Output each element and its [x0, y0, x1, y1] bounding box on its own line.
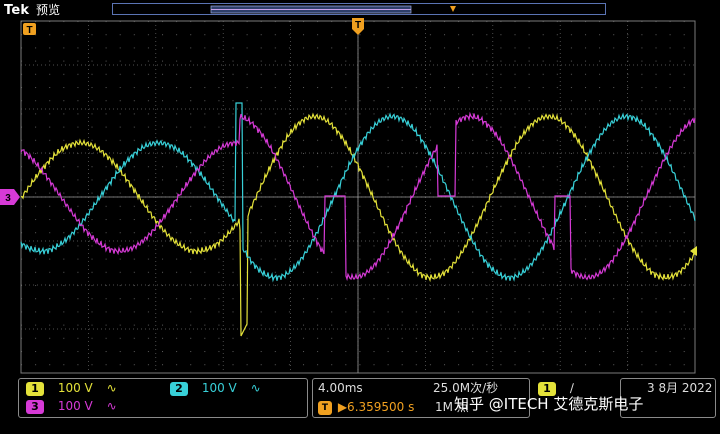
brand-name: Tek — [4, 3, 30, 18]
ch1-settings[interactable]: 1 100 V ∿ — [26, 380, 117, 397]
record-trigger-marker-icon — [450, 6, 456, 12]
horizontal-scale: 4.00ms — [318, 381, 363, 395]
top-bar: Tek 预览 — [0, 0, 720, 18]
brand-logo: Tek 预览 — [4, 1, 60, 18]
ch1-bandwidth-icon: ∿ — [106, 381, 117, 395]
waveform-display[interactable]: T T 3 — [0, 18, 720, 374]
ch2-scale: 100 V — [201, 381, 237, 395]
trigger-offset: T ▶6.359500 s — [318, 399, 414, 416]
date-text: 3 8月 2022 — [647, 381, 713, 395]
record-view-window — [210, 5, 456, 14]
ch3-badge[interactable]: 3 — [26, 399, 44, 414]
watermark-text: 知乎 @ITECH 艾德克斯电子 — [454, 395, 644, 413]
ch3-bandwidth-icon: ∿ — [106, 399, 117, 413]
ch3-scale: 100 V — [57, 399, 93, 413]
ch1-badge[interactable]: 1 — [26, 381, 44, 396]
record-view-bar[interactable] — [112, 3, 606, 15]
ch3-ground-label: 3 — [5, 193, 11, 204]
trigger-level-label: T — [26, 25, 32, 36]
ch2-bandwidth-icon: ∿ — [250, 381, 261, 395]
ch2-settings[interactable]: 2 100 V ∿ — [170, 380, 261, 397]
trigger-offset-value: ▶6.359500 s — [337, 400, 415, 414]
ch3-ground-marker[interactable]: 3 — [0, 189, 20, 205]
trigger-level-marker[interactable]: T — [23, 23, 36, 36]
ch3-settings[interactable]: 3 100 V ∿ — [26, 398, 117, 415]
trigger-position-label: T — [355, 20, 361, 31]
acquisition-mode: 预览 — [35, 3, 61, 17]
status-bar: 1 100 V ∿ 2 100 V ∿ 3 100 V ∿ 4.00ms 25.… — [0, 374, 720, 434]
ch1-scale: 100 V — [57, 381, 93, 395]
ch2-badge[interactable]: 2 — [170, 381, 188, 396]
trigger-offset-t-icon: T — [318, 400, 332, 415]
trigger-source-badge: 1 — [538, 381, 556, 396]
